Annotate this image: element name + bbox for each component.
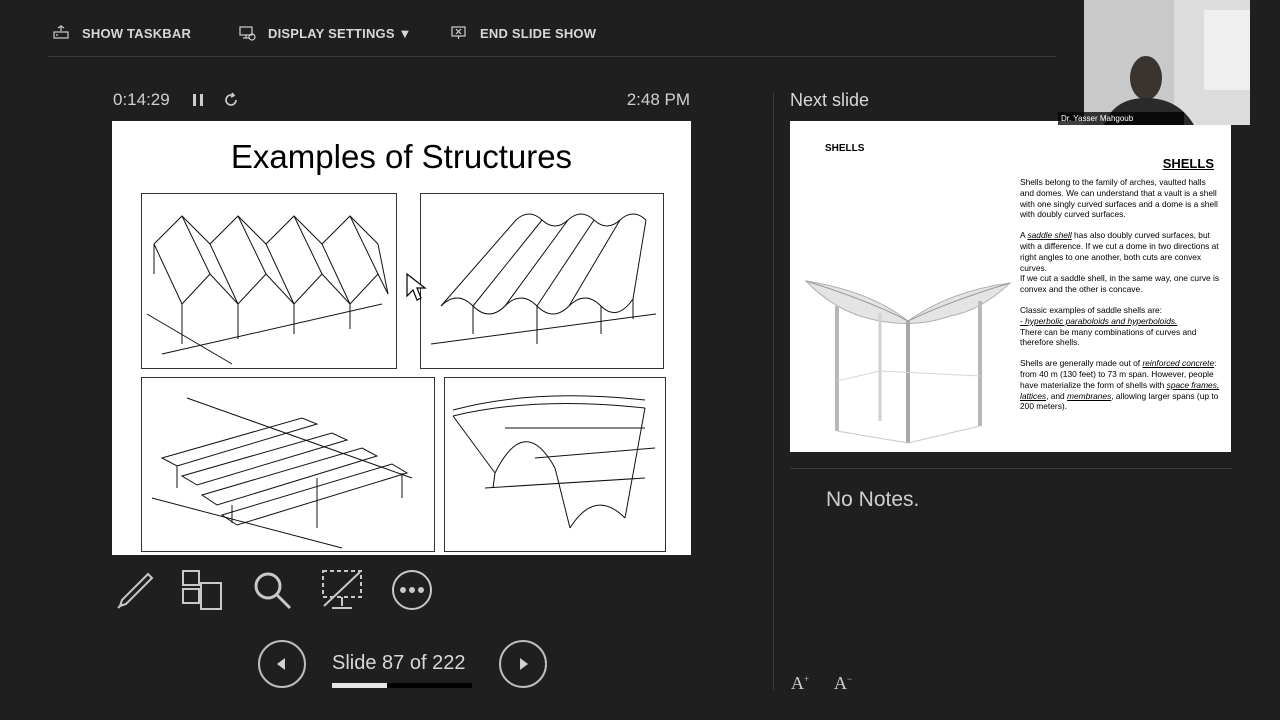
- mouse-cursor-icon: [406, 272, 427, 301]
- slide-title: Examples of Structures: [230, 138, 573, 175]
- next-slide-heading: SHELLS: [1162, 156, 1214, 171]
- arched-shell-drawing: [444, 377, 666, 552]
- webcam-name-label: Dr. Yasser Mahgoub: [1058, 112, 1184, 125]
- decrease-font-icon[interactable]: A−: [834, 673, 852, 694]
- black-screen-icon[interactable]: [320, 568, 364, 612]
- next-slide-body: Shells belong to the family of arches, v…: [1020, 177, 1220, 422]
- next-slide-paragraph-3: Classic examples of saddle shells are: - …: [1020, 305, 1220, 348]
- show-taskbar-button[interactable]: SHOW TASKBAR: [52, 22, 191, 44]
- folded-plate-drawing: [141, 193, 397, 369]
- display-settings-icon: [239, 26, 256, 41]
- increase-font-icon[interactable]: A+: [791, 673, 809, 694]
- text-run: , and: [1046, 390, 1068, 401]
- next-slide-paragraph-2: A saddle shell has also doubly curved su…: [1020, 230, 1220, 295]
- pen-icon[interactable]: [112, 568, 156, 612]
- presenter-toolbar: SHOW TASKBAR DISPLAY SETTINGS ▼ END SLID…: [48, 0, 1056, 57]
- pane-divider[interactable]: [773, 92, 774, 690]
- taskbar-icon: [53, 25, 69, 39]
- previous-slide-button[interactable]: [258, 640, 306, 688]
- reinforced-concrete-link: reinforced concrete: [1142, 358, 1215, 369]
- long-span-shell-drawing: [141, 377, 435, 552]
- next-slide-paragraph-4: Shells are generally made out of reinfor…: [1020, 358, 1220, 412]
- text-run: Shells are generally made out of: [1020, 358, 1143, 369]
- text-run: Classic examples of saddle shells are:: [1020, 304, 1162, 315]
- next-slide-preview[interactable]: SHELLS SHELLS Shells belong to the famil…: [790, 121, 1231, 452]
- current-slide[interactable]: Examples of Structures: [112, 121, 691, 555]
- next-slide-small-heading: SHELLS: [825, 143, 865, 154]
- saddle-shell-image: [804, 280, 1012, 444]
- end-slide-show-label: END SLIDE SHOW: [480, 25, 597, 41]
- next-slide-label: Next slide: [790, 90, 870, 110]
- end-slide-show-button[interactable]: END SLIDE SHOW: [450, 22, 596, 44]
- display-settings-label: DISPLAY SETTINGS ▼: [268, 25, 412, 41]
- zoom-icon[interactable]: [250, 568, 294, 612]
- membranes-link: membranes: [1067, 390, 1112, 401]
- next-slide-paragraph-1: Shells belong to the family of arches, v…: [1020, 177, 1218, 220]
- hyperbolic-link: - hyperbolic paraboloids and hyperboloid…: [1020, 315, 1178, 326]
- slide-progress-bar: [332, 683, 472, 688]
- display-settings-button[interactable]: DISPLAY SETTINGS ▼: [238, 22, 412, 44]
- restart-icon[interactable]: [222, 91, 240, 109]
- next-slide-button[interactable]: [499, 640, 547, 688]
- see-all-slides-icon[interactable]: [180, 568, 224, 612]
- show-taskbar-label: SHOW TASKBAR: [82, 25, 192, 41]
- next-icon: [520, 658, 528, 670]
- notes-divider[interactable]: [790, 468, 1232, 469]
- more-options-icon[interactable]: [390, 568, 434, 612]
- text-run: If we cut a saddle shell, in the same wa…: [1020, 273, 1220, 295]
- slide-progress-fill: [332, 683, 387, 688]
- elapsed-timer: 0:14:29: [113, 90, 170, 109]
- current-time: 2:48 PM: [626, 90, 690, 109]
- previous-icon: [277, 658, 285, 670]
- pause-icon[interactable]: [190, 92, 206, 108]
- speaker-notes[interactable]: No Notes.: [826, 488, 919, 512]
- slide-counter[interactable]: Slide 87 of 222: [332, 652, 465, 675]
- webcam-video: [1084, 0, 1250, 125]
- barrel-shell-drawing: [420, 193, 664, 369]
- text-run: There can be many combinations of curves…: [1020, 326, 1197, 348]
- end-show-icon: [451, 26, 466, 39]
- saddle-shell-link: saddle shell: [1027, 230, 1072, 241]
